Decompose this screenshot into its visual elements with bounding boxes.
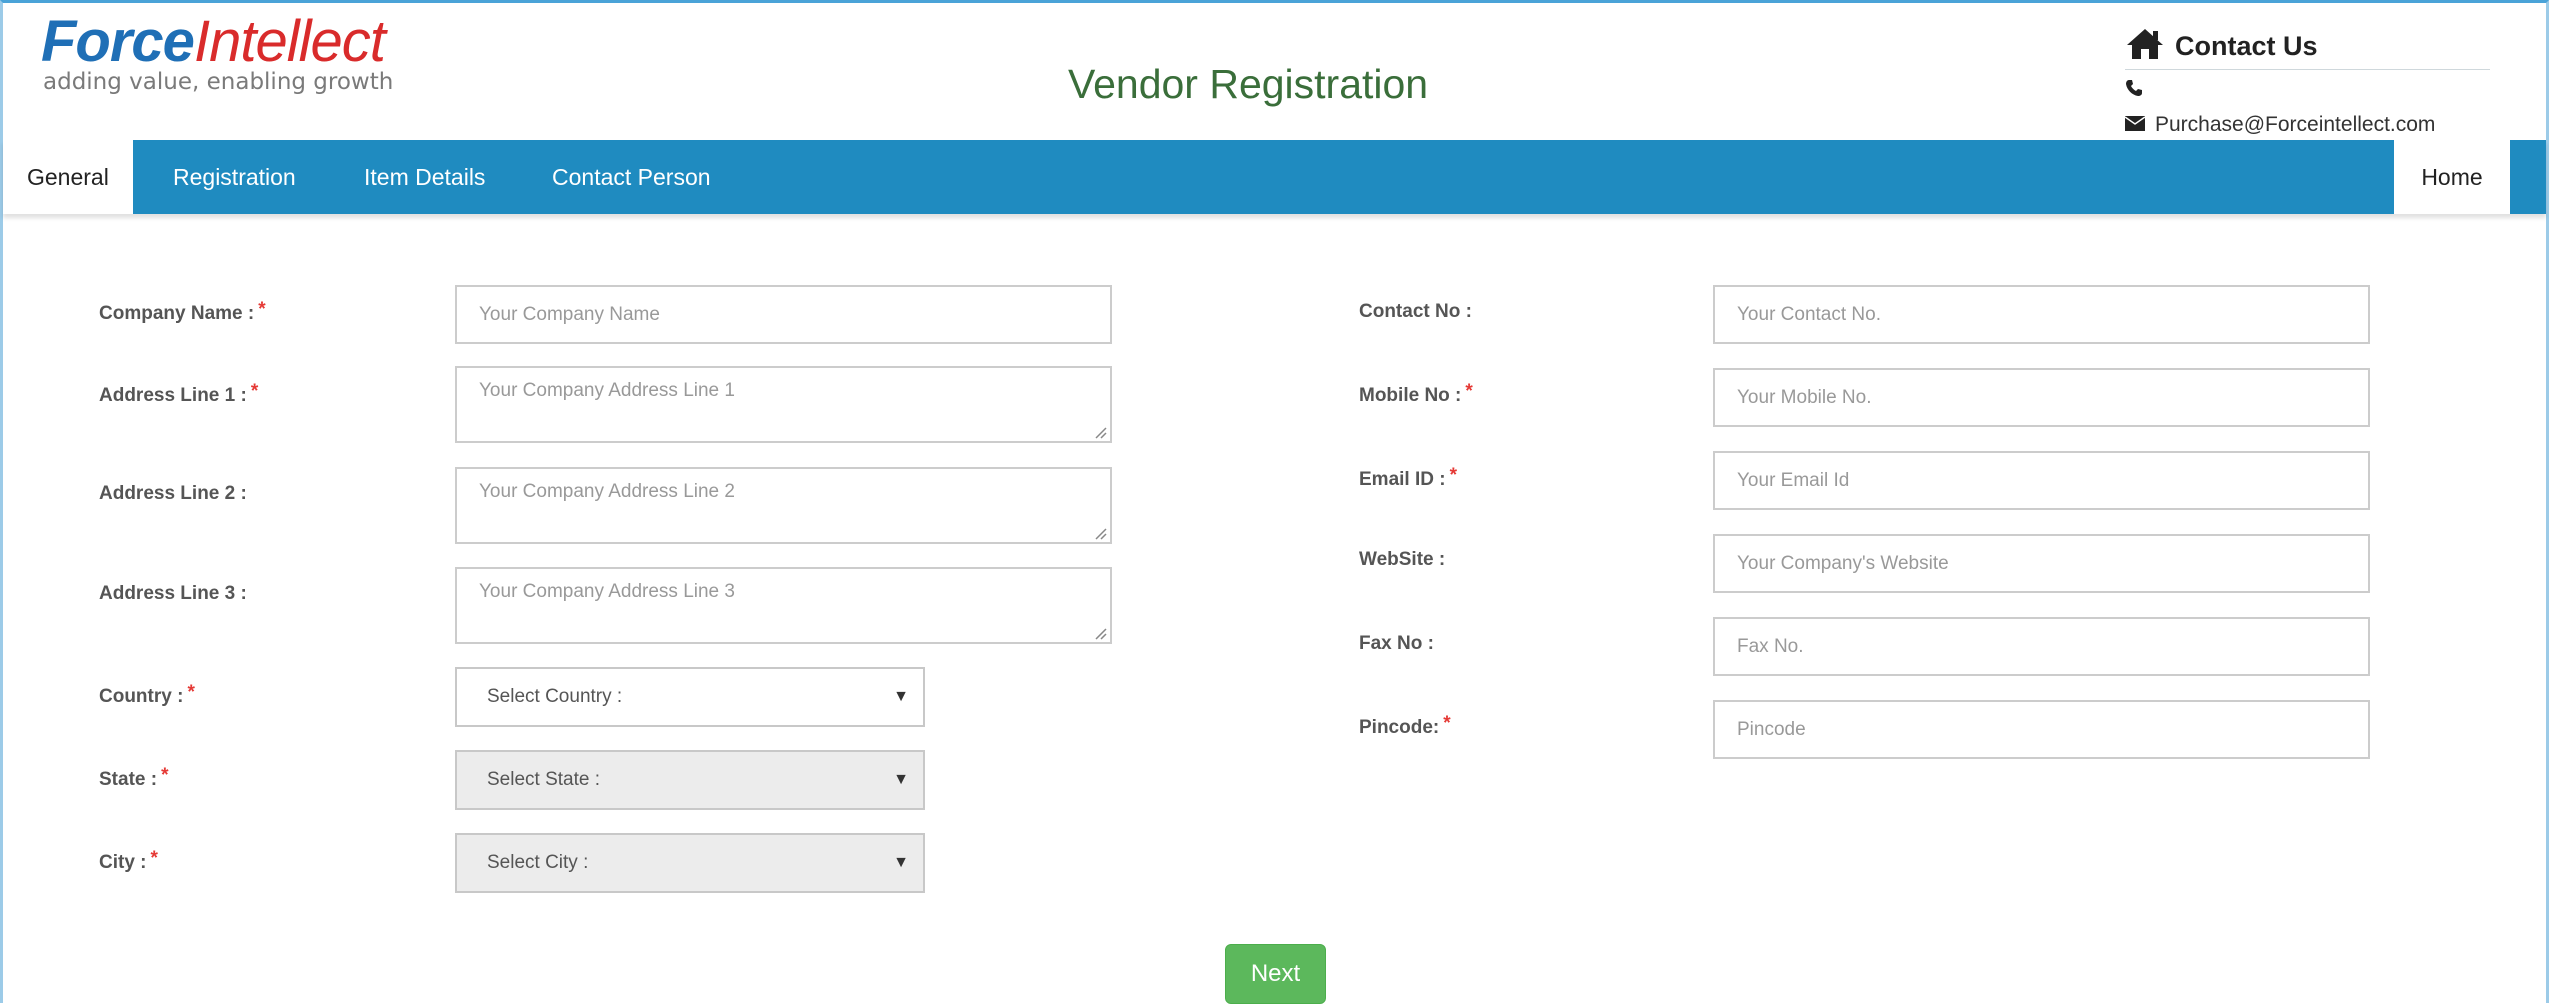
required-marker: * — [187, 682, 195, 703]
contact-no-input[interactable] — [1713, 285, 2370, 344]
state-select[interactable]: Select State : ▼ — [455, 750, 925, 810]
address-line-1-input[interactable] — [455, 366, 1112, 443]
required-marker: * — [161, 765, 169, 786]
tab-item-details[interactable]: Item Details — [364, 140, 485, 214]
address-line-3-label: Address Line 3 : — [99, 583, 247, 604]
page-title: Vendor Registration — [1068, 61, 1429, 107]
pincode-label: Pincode: * — [1359, 713, 1451, 738]
contact-header: Contact Us — [2125, 23, 2490, 70]
contact-email-text[interactable]: Purchase@Forceintellect.com — [2155, 113, 2435, 137]
caret-down-icon: ▼ — [893, 771, 909, 788]
company-name-label: Company Name : * — [99, 299, 266, 324]
contact-title: Contact Us — [2175, 30, 2318, 61]
address-line-2-label: Address Line 2 : — [99, 483, 247, 504]
city-select-value: Select City : — [487, 852, 589, 873]
country-select-value: Select Country : — [487, 686, 623, 707]
tab-registration[interactable]: Registration — [173, 140, 296, 214]
contact-box: Contact Us Purchase@Forceintellect.com — [2124, 23, 2490, 138]
tab-contact-person[interactable]: Contact Person — [552, 140, 711, 214]
city-label: City : * — [99, 848, 158, 873]
mobile-no-input[interactable] — [1713, 368, 2370, 427]
state-label: State : * — [99, 765, 169, 790]
pincode-input[interactable] — [1713, 700, 2370, 759]
vendor-registration-page: ForceIntellect adding value, enabling gr… — [0, 0, 2549, 1004]
tab-general[interactable]: General — [3, 140, 133, 214]
address-line-2-input[interactable] — [455, 467, 1112, 544]
logo-force-text: Force — [41, 9, 195, 74]
logo-wordmark: ForceIntellect — [41, 13, 393, 71]
mobile-no-label: Mobile No : * — [1359, 381, 1473, 406]
fax-no-label: Fax No : — [1359, 633, 1434, 654]
required-marker: * — [250, 381, 259, 402]
required-marker: * — [1465, 381, 1473, 402]
country-select[interactable]: Select Country : ▼ — [455, 667, 925, 727]
caret-down-icon: ▼ — [893, 854, 909, 871]
header: ForceIntellect adding value, enabling gr… — [3, 3, 2546, 139]
home-link[interactable]: Home — [2394, 140, 2510, 214]
address-line-3-input[interactable] — [455, 567, 1112, 644]
company-name-input[interactable] — [455, 285, 1112, 344]
state-select-value: Select State : — [487, 769, 601, 790]
email-id-input[interactable] — [1713, 451, 2370, 510]
next-button[interactable]: Next — [1225, 944, 1326, 1004]
envelope-icon — [2124, 113, 2155, 137]
email-id-label: Email ID : * — [1359, 465, 1457, 490]
website-label: WebSite : — [1359, 549, 1446, 570]
required-marker: * — [150, 848, 158, 869]
contact-phone — [2125, 78, 2490, 104]
contact-email: Purchase@Forceintellect.com — [2124, 112, 2490, 138]
contact-no-label: Contact No : — [1359, 301, 1472, 322]
website-input[interactable] — [1713, 534, 2370, 593]
fax-no-input[interactable] — [1713, 617, 2370, 676]
city-select[interactable]: Select City : ▼ — [455, 833, 925, 893]
phone-icon — [2125, 79, 2153, 103]
address-line-1-label: Address Line 1 : * — [99, 381, 259, 406]
required-marker: * — [258, 299, 266, 320]
caret-down-icon: ▼ — [893, 688, 909, 705]
required-marker: * — [1449, 465, 1457, 486]
logo: ForceIntellect adding value, enabling gr… — [41, 13, 394, 96]
country-label: Country : * — [99, 682, 195, 707]
logo-intellect-text: Intellect — [193, 9, 386, 74]
required-marker: * — [1443, 713, 1451, 734]
home-icon — [2125, 27, 2175, 66]
logo-tagline: adding value, enabling growth — [43, 69, 394, 95]
main-nav: General Registration Item Details Contac… — [3, 140, 2546, 214]
